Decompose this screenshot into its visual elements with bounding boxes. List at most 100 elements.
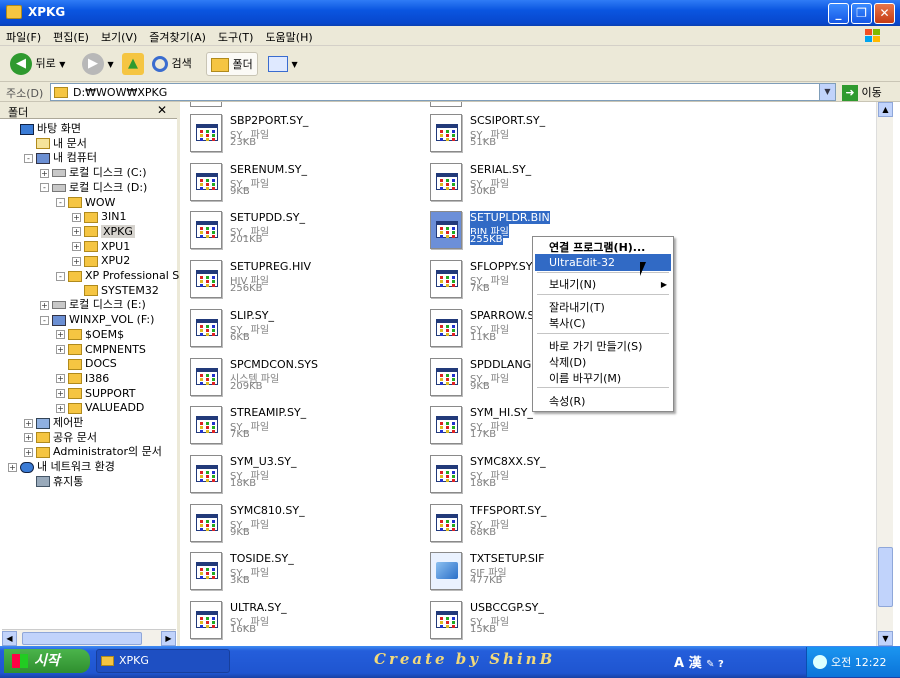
- context-menu-item-properties[interactable]: 속성(R): [535, 393, 671, 410]
- tree-item-3in1[interactable]: +3IN1: [72, 209, 126, 224]
- tree-item-shared-documents[interactable]: + 공유 문서: [24, 430, 97, 445]
- context-menu-item-send-to[interactable]: 보내기(N) ▶: [535, 276, 671, 293]
- collapse-icon[interactable]: -: [56, 271, 65, 281]
- file-item[interactable]: TXTSETUP.SIF SIF 파일 477KB: [420, 546, 650, 594]
- start-button[interactable]: 시작: [4, 649, 90, 673]
- tree-item-support[interactable]: + SUPPORT: [56, 386, 136, 401]
- maximize-button[interactable]: ❐: [851, 3, 872, 24]
- expand-icon[interactable]: +: [56, 389, 65, 399]
- expand-icon[interactable]: +: [56, 403, 65, 413]
- file-item[interactable]: TOSIDE.SY_ SY_ 파일 3KB: [180, 546, 410, 594]
- address-dropdown-button[interactable]: ▼: [819, 84, 835, 100]
- expand-icon[interactable]: +: [56, 345, 65, 354]
- address-input[interactable]: D:₩WOW₩XPKG ▼: [50, 83, 836, 101]
- file-item[interactable]: SYMC8XX.SY_ SY_ 파일 18KB: [420, 449, 650, 497]
- scroll-thumb[interactable]: [878, 547, 893, 607]
- collapse-icon[interactable]: -: [40, 183, 49, 193]
- context-menu-item-create-shortcut[interactable]: 바로 가기 만들기(S): [535, 338, 671, 355]
- tree-item-xpu2[interactable]: + XPU2: [72, 253, 130, 268]
- go-button[interactable]: ➜ 이동: [842, 84, 882, 101]
- expand-icon[interactable]: +: [8, 462, 17, 472]
- scroll-down-icon[interactable]: ▼: [878, 631, 893, 646]
- scroll-left-icon[interactable]: ◀: [2, 631, 17, 646]
- expand-icon[interactable]: +: [24, 447, 33, 457]
- file-item[interactable]: SCSIPORT.SY_ SY_ 파일 51KB: [420, 108, 650, 156]
- taskbar-window-button[interactable]: XPKG: [96, 649, 230, 673]
- forward-button[interactable]: ▶ ▼: [82, 52, 114, 76]
- file-item[interactable]: USBCCGP.SY_ SY_ 파일 15KB: [420, 595, 650, 643]
- expand-icon[interactable]: +: [72, 212, 81, 222]
- file-item[interactable]: SLIP.SY_ SY_ 파일 6KB: [180, 303, 410, 351]
- folders-button[interactable]: 폴더: [206, 52, 258, 76]
- scroll-right-icon[interactable]: ▶: [161, 631, 176, 646]
- expand-icon[interactable]: +: [72, 256, 81, 266]
- left-horizontal-scrollbar[interactable]: ◀ ▶: [2, 629, 176, 646]
- expand-icon[interactable]: +: [56, 330, 65, 340]
- tree-item-oem[interactable]: + $OEM$: [56, 327, 124, 342]
- file-item[interactable]: SERENUM.SY_ SY_ 파일 9KB: [180, 157, 410, 205]
- file-item[interactable]: SETUPREG.HIV HIV 파일 256KB: [180, 254, 410, 302]
- tree-item-winxp-vol-f[interactable]: - WINXP_VOL (F:): [40, 312, 154, 327]
- menu-file[interactable]: 파일(F): [0, 26, 47, 48]
- views-button[interactable]: ▼: [268, 52, 298, 76]
- expand-icon[interactable]: +: [72, 242, 81, 252]
- tree-item-i386[interactable]: + I386: [56, 371, 109, 386]
- menu-edit[interactable]: 편집(E): [47, 26, 95, 48]
- context-menu-item-copy[interactable]: 복사(C): [535, 315, 671, 332]
- tree-item-network-places[interactable]: + 내 네트워크 환경: [8, 459, 115, 474]
- tree-item-docs[interactable]: DOCS: [56, 356, 117, 371]
- file-item[interactable]: SPCMDCON.SYS 시스템 파일 209KB: [180, 352, 410, 400]
- tree-item-local-disk-e[interactable]: + 로컬 디스크 (E:): [40, 297, 146, 312]
- scroll-thumb[interactable]: [22, 632, 142, 645]
- minimize-button[interactable]: _: [828, 3, 849, 24]
- file-item[interactable]: ULTRA.SY_ SY_ 파일 16KB: [180, 595, 410, 643]
- expand-icon[interactable]: +: [56, 374, 65, 384]
- tree-item-local-disk-d[interactable]: - 로컬 디스크 (D:): [40, 180, 147, 195]
- ime-tool-icon[interactable]: ✎ ?: [706, 659, 724, 670]
- collapse-icon[interactable]: -: [24, 153, 33, 163]
- context-menu-item-cut[interactable]: 잘라내기(T): [535, 299, 671, 316]
- search-button[interactable]: 검색: [152, 52, 192, 76]
- file-item[interactable]: SBP2PORT.SY_ SY_ 파일 23KB: [180, 108, 410, 156]
- tree-item-xp-professional-sp3[interactable]: - XP Professional SP3: [56, 268, 193, 283]
- ime-indicator[interactable]: A 漢 ✎ ?: [674, 652, 724, 671]
- expand-icon[interactable]: +: [72, 227, 81, 237]
- vertical-scrollbar[interactable]: ▲ ▼: [876, 102, 893, 646]
- tree-item-wow[interactable]: - WOW: [56, 195, 115, 210]
- tree-item-my-computer[interactable]: - 내 컴퓨터: [24, 150, 97, 165]
- tree-item-my-documents[interactable]: 내 문서: [24, 136, 87, 151]
- tree-item-system32[interactable]: SYSTEM32: [72, 283, 159, 298]
- expand-icon[interactable]: +: [40, 168, 49, 178]
- file-item[interactable]: SYMC810.SY_ SY_ 파일 9KB: [180, 498, 410, 546]
- menu-view[interactable]: 보기(V): [95, 26, 143, 48]
- tree-item-xpkg[interactable]: + XPKG: [72, 224, 135, 239]
- tree-item-recycle-bin[interactable]: 휴지통: [24, 474, 83, 489]
- file-item[interactable]: SYM_U3.SY_ SY_ 파일 18KB: [180, 449, 410, 497]
- collapse-icon[interactable]: -: [56, 198, 65, 207]
- tree-item-xpu1[interactable]: + XPU1: [72, 239, 130, 254]
- context-menu-item-rename[interactable]: 이름 바꾸기(M): [535, 370, 671, 387]
- up-folder-button[interactable]: ▲: [122, 52, 144, 76]
- file-item[interactable]: SETUPDD.SY_ SY_ 파일 201KB: [180, 205, 410, 253]
- expand-icon[interactable]: +: [40, 300, 49, 310]
- file-item[interactable]: STREAMIP.SY_ SY_ 파일 7KB: [180, 400, 410, 448]
- context-menu-item-delete[interactable]: 삭제(D): [535, 354, 671, 371]
- menu-favorites[interactable]: 즐겨찾기(A): [143, 26, 212, 48]
- expand-icon[interactable]: +: [24, 418, 33, 428]
- scroll-up-icon[interactable]: ▲: [878, 102, 893, 117]
- menu-tools[interactable]: 도구(T): [212, 26, 260, 48]
- tree-item-administrator-documents[interactable]: + Administrator의 문서: [24, 444, 162, 459]
- tree-item-local-disk-c[interactable]: + 로컬 디스크 (C:): [40, 165, 147, 180]
- collapse-icon[interactable]: -: [40, 315, 49, 325]
- close-button[interactable]: ✕: [874, 3, 895, 24]
- file-item[interactable]: SERIAL.SY_ SY_ 파일 30KB: [420, 157, 650, 205]
- file-item[interactable]: TFFSPORT.SY_ SY_ 파일 68KB: [420, 498, 650, 546]
- tree-item-desktop[interactable]: 바탕 화면: [8, 121, 81, 136]
- menu-help[interactable]: 도움말(H): [259, 26, 318, 48]
- close-pane-icon[interactable]: ✕: [157, 103, 167, 117]
- tray-arrow-icon[interactable]: [813, 655, 827, 669]
- tree-item-cmpnents[interactable]: + CMPNENTS: [56, 342, 146, 357]
- back-button[interactable]: ◀ 뒤로 ▼: [10, 52, 65, 76]
- expand-icon[interactable]: +: [24, 433, 33, 443]
- tree-item-control-panel[interactable]: + 제어판: [24, 415, 83, 430]
